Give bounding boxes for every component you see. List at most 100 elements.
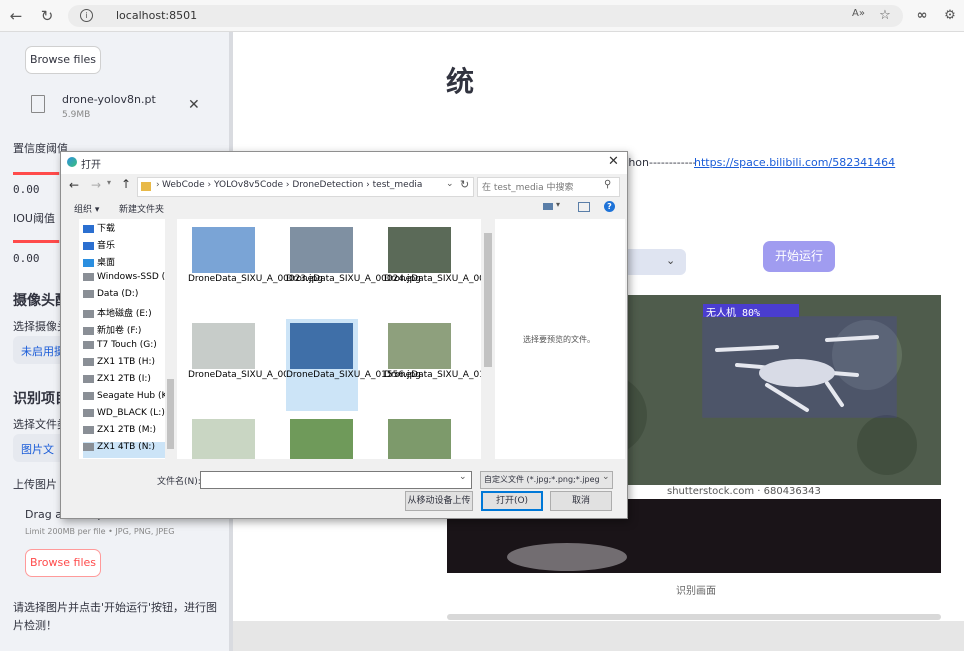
extensions-icon[interactable]: ⚙ [940, 6, 960, 26]
nav-item-label: ZX1 4TB (N:) [97, 442, 155, 452]
drive-icon [83, 357, 94, 366]
file-tile[interactable]: DroneData_SIXU_A_00023.jpg [188, 223, 323, 315]
nav-item[interactable]: 本地磁盘 (E:) [83, 306, 175, 322]
back-icon[interactable]: ← [6, 6, 26, 26]
dialog-search-input[interactable]: 在 test_media 中搜索 ⚲ [477, 177, 620, 197]
nav-item[interactable]: 桌面 [83, 255, 175, 271]
file-tile[interactable]: DroneData_SIXU_A_01702.jpg [384, 319, 494, 411]
preview-pane-icon[interactable] [578, 202, 590, 212]
file-tile[interactable]: DroneData_SIXU_A_00024.jpg [286, 223, 421, 315]
refresh-icon[interactable]: ↻ [460, 178, 469, 191]
dialog-titlebar: 打开 ✕ [61, 152, 627, 174]
browse-files-button-2[interactable]: Browse files [25, 549, 101, 577]
filename-dropdown-icon[interactable]: ⌄ [459, 472, 467, 482]
drive-icon [83, 309, 94, 318]
filename-input[interactable]: ⌄ [200, 471, 472, 489]
file-type-value: 图片文 [21, 443, 54, 456]
read-aloud-icon[interactable]: A» [852, 8, 865, 19]
view-options-icon[interactable] [543, 203, 553, 210]
file-name: DroneData_SIXU_A_01556.jpg [286, 370, 421, 380]
uploaded-file-name: drone-yolov8n.pt [62, 93, 156, 106]
breadcrumb-item[interactable]: WebCode [162, 180, 205, 190]
drive-icon [83, 391, 94, 400]
upload-image-label: 上传图片 [13, 478, 57, 491]
author-link[interactable]: https://space.bilibili.com/582341464 [694, 156, 895, 169]
file-open-dialog: 打开 ✕ ← → ▾ ↑ › WebCode › YOLOv8v5Code › … [60, 151, 628, 519]
iou-slider-fill [13, 240, 59, 243]
image-thumbnail[interactable] [388, 419, 451, 459]
nav-item[interactable]: T7 Touch (G:) [83, 340, 175, 356]
favorite-icon[interactable]: ☆ [875, 6, 895, 26]
breadcrumb-item[interactable]: test_media [373, 180, 423, 190]
breadcrumb-item[interactable]: DroneDetection [292, 180, 363, 190]
new-folder-button[interactable]: 新建文件夹 [119, 202, 164, 215]
nav-item-label: Windows-SSD (C [97, 272, 172, 282]
nav-item[interactable]: Seagate Hub (K: [83, 391, 175, 407]
upload-from-mobile-button[interactable]: 从移动设备上传 [405, 491, 473, 511]
drive-icon [83, 374, 94, 383]
cancel-button[interactable]: 取消 [550, 491, 612, 511]
help-icon[interactable]: ? [604, 201, 615, 212]
dialog-history-icon[interactable]: ▾ [107, 178, 111, 187]
drive-icon [83, 340, 94, 349]
nav-item[interactable]: Data (D:) [83, 289, 175, 305]
search-icon[interactable]: ⚲ [604, 179, 611, 190]
dialog-path-bar[interactable]: › WebCode › YOLOv8v5Code › DroneDetectio… [137, 177, 474, 197]
start-button[interactable]: 开始运行 [763, 241, 835, 272]
navigation-scrollbar[interactable] [165, 219, 176, 459]
nav-item[interactable]: ZX1 4TB (N:) [83, 442, 175, 458]
nav-item-label: 本地磁盘 (E:) [97, 309, 152, 319]
path-dropdown-icon[interactable]: ⌄ [446, 179, 454, 189]
desktop-icon [83, 258, 94, 267]
dialog-back-icon[interactable]: ← [69, 178, 79, 192]
file-list-scrollbar[interactable] [481, 219, 494, 459]
file-tile[interactable]: DroneData_SIXU_A_00170.jpg [384, 223, 494, 315]
url-text[interactable]: localhost:8501 [116, 9, 197, 22]
navigation-pane: 下载音乐桌面 Windows-SSD (C Data (D:) 本地磁盘 (E:) 新加… [79, 219, 175, 459]
remove-file-icon[interactable]: ✕ [188, 97, 200, 113]
dialog-close-icon[interactable]: ✕ [608, 154, 619, 169]
reload-icon[interactable]: ↻ [37, 6, 57, 26]
nav-item-label: ZX1 2TB (I:) [97, 374, 151, 384]
nav-item-label: 桌面 [97, 258, 116, 268]
organize-button[interactable]: 组织 ▾ [74, 202, 99, 215]
view-dropdown-icon[interactable]: ▾ [556, 200, 560, 209]
nav-item-label: WD_BLACK (L:) [97, 408, 165, 418]
nav-item-label: 音乐 [97, 241, 116, 251]
nav-item[interactable]: ZX1 2TB (I:) [83, 374, 175, 390]
horizontal-scrollbar[interactable] [447, 614, 941, 620]
file-name: DroneData_SIXU_A_00024.jpg [286, 274, 421, 284]
drive-icon [83, 272, 94, 281]
dialog-forward-icon[interactable]: → [91, 178, 101, 192]
copilot-icon[interactable]: ∞ [912, 6, 932, 26]
file-list-scroll-thumb[interactable] [484, 233, 492, 367]
image-caption: 识别画面 [676, 586, 716, 597]
model-select[interactable]: ⌄ [626, 249, 686, 275]
preview-text: 选择要预览的文件。 [523, 335, 595, 344]
navigation-scroll-thumb[interactable] [167, 379, 174, 449]
nav-item[interactable]: WD_BLACK (L:) [83, 408, 175, 424]
nav-item[interactable]: Windows-SSD (C [83, 272, 175, 288]
image-thumbnail [388, 323, 451, 369]
info-icon[interactable]: i [80, 9, 93, 22]
nav-item[interactable]: 下载 [83, 221, 175, 237]
nav-item[interactable]: ZX1 1TB (H:) [83, 357, 175, 373]
nav-item[interactable]: 新加卷 (F:) [83, 323, 175, 339]
nav-item-label: ZX1 2TB (M:) [97, 425, 156, 435]
nav-item-label: Data (D:) [97, 289, 139, 299]
browse-files-button[interactable]: Browse files [25, 46, 101, 74]
file-name: DroneData_SIXU_A_00786.jpg [188, 370, 323, 380]
open-button[interactable]: 打开(O) [481, 491, 543, 511]
image-thumbnail[interactable] [192, 419, 255, 459]
image-thumbnail[interactable] [290, 419, 353, 459]
file-type-filter[interactable]: 自定义文件 (*.jpg;*.png;*.jpeg ⌄ [480, 471, 613, 489]
dialog-up-icon[interactable]: ↑ [121, 177, 131, 191]
file-tile[interactable]: DroneData_SIXU_A_00786.jpg [188, 319, 323, 411]
app-icon [67, 157, 77, 167]
breadcrumb-item[interactable]: YOLOv8v5Code [214, 180, 283, 190]
filter-dropdown-icon[interactable]: ⌄ [602, 472, 610, 482]
file-tile[interactable]: DroneData_SIXU_A_01556.jpg [286, 319, 421, 411]
nav-item[interactable]: ZX1 2TB (M:) [83, 425, 175, 441]
file-list: DroneData_SIXU_A_00023.jpg DroneData_SIXU… [177, 219, 494, 459]
nav-item[interactable]: 音乐 [83, 238, 175, 254]
